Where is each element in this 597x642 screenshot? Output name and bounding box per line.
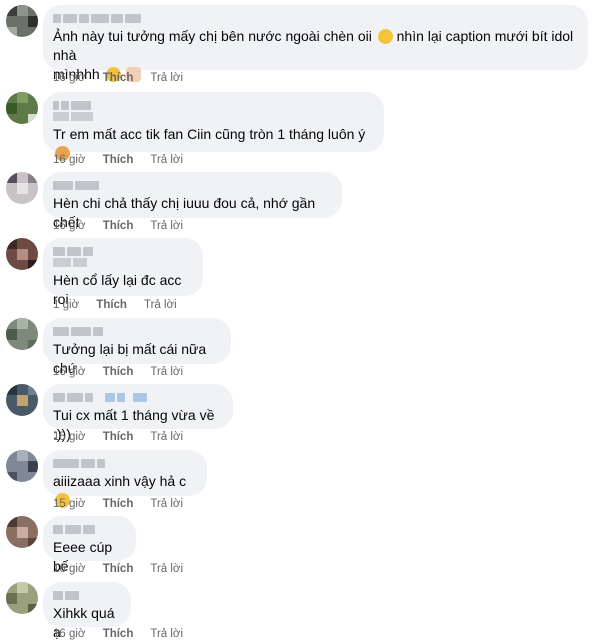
comment-bubble: Tr em mất acc tik fan Ciin cũng tròn 1 t… xyxy=(43,92,384,161)
author-name[interactable] xyxy=(53,457,195,469)
comment-time[interactable]: 15 giờ xyxy=(53,431,85,443)
comment-bubble: aiiizaaa xinh vậy hả c xyxy=(43,450,207,508)
author-name[interactable] xyxy=(53,325,219,337)
like-button[interactable]: Thích xyxy=(103,563,134,575)
avatar[interactable] xyxy=(6,384,38,416)
avatar[interactable] xyxy=(6,450,38,482)
like-button[interactable]: Thích xyxy=(103,366,134,378)
avatar[interactable] xyxy=(6,172,38,204)
comment-time[interactable]: 16 giờ xyxy=(53,366,85,378)
comment-time[interactable]: 16 giờ xyxy=(53,72,85,84)
avatar[interactable] xyxy=(6,238,38,270)
like-button[interactable]: Thích xyxy=(103,220,134,232)
comment-bubble: Ảnh này tui tưởng mấy chị bên nước ngoài… xyxy=(43,5,588,82)
reply-button[interactable]: Trả lời xyxy=(150,154,183,166)
comment-time[interactable]: 16 giờ xyxy=(53,628,85,640)
avatar[interactable] xyxy=(6,318,38,350)
reply-button[interactable]: Trả lời xyxy=(144,299,177,311)
reply-button[interactable]: Trả lời xyxy=(150,220,183,232)
reply-button[interactable]: Trả lời xyxy=(150,628,183,640)
author-name[interactable] xyxy=(53,391,221,403)
comment-time[interactable]: 1 giờ xyxy=(53,299,79,311)
comment-bubble: Xihkk quá ạ xyxy=(43,582,131,640)
author-name[interactable] xyxy=(53,245,191,257)
author-name[interactable] xyxy=(53,179,330,191)
reply-button[interactable]: Trả lời xyxy=(150,72,183,84)
comment-bubble: Tui cx mất 1 tháng vừa về :))) xyxy=(43,384,233,442)
reply-button[interactable]: Trả lời xyxy=(150,563,183,575)
author-name[interactable] xyxy=(53,589,119,601)
author-name[interactable] xyxy=(53,523,124,535)
comment-time[interactable]: 16 giờ xyxy=(53,563,85,575)
author-name[interactable] xyxy=(53,99,372,111)
avatar[interactable] xyxy=(6,516,38,548)
like-button[interactable]: Thích xyxy=(103,72,134,84)
comment-time[interactable]: 15 giờ xyxy=(53,498,85,510)
like-button[interactable]: Thích xyxy=(103,628,134,640)
author-name[interactable] xyxy=(53,12,576,24)
reply-button[interactable]: Trả lời xyxy=(150,431,183,443)
reply-button[interactable]: Trả lời xyxy=(150,498,183,510)
like-button[interactable]: Thích xyxy=(103,431,134,443)
comment-bubble: Hèn cổ lấy lại đc acc roi xyxy=(43,238,203,307)
comment-time[interactable]: 16 giờ xyxy=(53,154,85,166)
comment-bubble: Tưởng lại bị mất cái nữa chứ xyxy=(43,318,231,376)
like-button[interactable]: Thích xyxy=(103,154,134,166)
comment-bubble: Eeee cúp bế xyxy=(43,516,136,574)
comment-bubble: Hèn chi chả thấy chị iuuu đou cả, nhớ gầ… xyxy=(43,172,342,230)
avatar[interactable] xyxy=(6,5,38,37)
like-button[interactable]: Thích xyxy=(103,498,134,510)
crying-face-emoji xyxy=(377,29,393,44)
like-button[interactable]: Thích xyxy=(96,299,127,311)
comment-time[interactable]: 16 giờ xyxy=(53,220,85,232)
reply-button[interactable]: Trả lời xyxy=(150,366,183,378)
avatar[interactable] xyxy=(6,92,38,124)
avatar[interactable] xyxy=(6,582,38,614)
